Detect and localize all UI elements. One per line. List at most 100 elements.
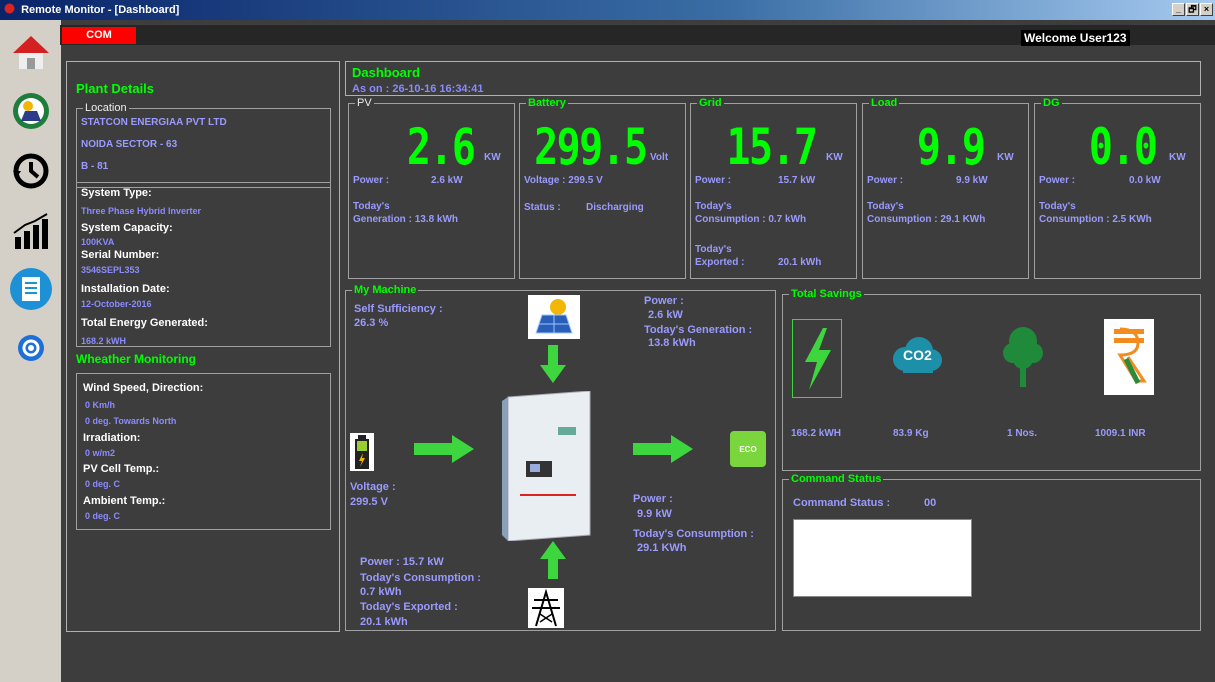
pv-temp-value: 0 deg. C: [85, 479, 121, 489]
weather-title: Wheather Monitoring: [76, 352, 196, 366]
chart-icon: [13, 213, 48, 249]
solar-settings-icon: [13, 93, 49, 129]
irradiation-value: 0 w/m2: [85, 448, 116, 458]
nav-home[interactable]: [8, 30, 54, 76]
rupee-icon: [1104, 319, 1154, 395]
system-type-value: Three Phase Hybrid Inverter: [81, 206, 202, 216]
grid-legend: Grid: [697, 96, 724, 110]
install-label: Installation Date:: [81, 283, 170, 295]
co2-icon: CO2: [891, 335, 943, 377]
pv-temp-label: PV Cell Temp.:: [83, 463, 160, 475]
plant-panel: Plant Details Location STATCON ENERGIAA …: [66, 61, 340, 632]
nav-history[interactable]: [8, 148, 54, 194]
savings-panel: Total Savings CO2 168.2 kWH 83.9 Kg 1 No…: [782, 287, 1201, 471]
load-card: Load 9.9 KW Power : 9.9 kW Today's Consu…: [862, 96, 1029, 279]
grid-cons-line: Consumption : 0.7 kWh: [695, 213, 806, 226]
pv-power-value: 2.6 kW: [648, 309, 683, 321]
battery-voltage-value: 299.5 V: [568, 175, 603, 186]
grid-cons-value: 0.7 kWh: [360, 586, 402, 598]
load-cons-label: Today's Consumption :: [633, 528, 754, 540]
load-cons-value: 29.1 KWh: [940, 214, 986, 225]
restore-button[interactable]: 🗗: [1186, 3, 1199, 16]
grid-power-value: 15.7 kW: [778, 175, 816, 186]
welcome-label: Welcome User123: [1021, 30, 1130, 46]
capacity-value: 100KVA: [81, 237, 115, 247]
dg-power-value: 0.0 kW: [1129, 175, 1161, 186]
command-panel: Command Status Command Status : 00: [782, 472, 1201, 631]
grid-exp-label: Today's Exported :: [360, 601, 458, 613]
grid-cons-value: 0.7 kWh: [768, 214, 807, 225]
window-title: Remote Monitor - [Dashboard]: [21, 4, 180, 16]
savings-legend: Total Savings: [789, 287, 864, 301]
load-power-value: 9.9 kW: [637, 508, 672, 520]
pv-gen-label: Today's Generation :: [644, 324, 753, 336]
pv-gen-label-2: Generation :: [353, 214, 412, 225]
nav-documents[interactable]: [8, 266, 54, 312]
load-big-value: 9.9: [916, 118, 986, 176]
pv-gen-label-1: Today's: [353, 201, 390, 212]
pv-power-label: Power :: [353, 175, 390, 186]
pv-power-value: 2.6 kW: [431, 175, 463, 186]
weather-group: Wind Speed, Direction: 0 Km/h 0 deg. Tow…: [76, 373, 331, 530]
nav-reports[interactable]: [8, 208, 54, 254]
command-legend: Command Status: [789, 472, 884, 486]
grid-exp-value: 20.1 kWh: [778, 257, 822, 268]
battery-voltage-line: Voltage : 299.5 V: [524, 174, 603, 187]
dg-power-label: Power :: [1039, 175, 1076, 186]
ambient-temp-label: Ambient Temp.:: [83, 495, 166, 507]
battery-card: Battery 299.5 Volt Voltage : 299.5 V Sta…: [519, 96, 686, 279]
eco-bulb-icon: ECO: [730, 431, 766, 467]
dashboard-title: Dashboard: [352, 65, 420, 80]
battery-arrow-icon: [414, 435, 474, 463]
grid-cons-label-2: Consumption :: [695, 214, 766, 225]
pv-gen-value: 13.8 kWh: [648, 337, 696, 349]
dg-cons-value: 2.5 KWh: [1112, 214, 1152, 225]
dg-legend: DG: [1041, 96, 1062, 110]
dg-cons-label-1: Today's: [1039, 201, 1076, 212]
battery-unit: Volt: [650, 152, 669, 163]
pv-unit: KW: [484, 152, 501, 163]
ambient-temp-value: 0 deg. C: [85, 511, 121, 521]
app-icon: [4, 3, 15, 14]
solar-panel-icon: [528, 295, 580, 339]
grid-power-text: Power : 15.7 kW: [360, 556, 444, 568]
grid-power-label: Power :: [695, 175, 732, 186]
inverter-image: [500, 390, 596, 542]
location-line-1: STATCON ENERGIAA PVT LTD: [81, 117, 227, 128]
machine-legend: My Machine: [352, 283, 419, 297]
energy-saving-value: 168.2 kWH: [791, 428, 842, 439]
location-group: Location STATCON ENERGIAA PVT LTD NOIDA …: [76, 101, 331, 188]
self-sufficiency-value: 26.3 %: [354, 317, 389, 329]
battery-voltage-value: 299.5 V: [350, 496, 388, 508]
grid-card: Grid 15.7 KW Power : 15.7 kW Today's Con…: [690, 96, 857, 279]
load-legend: Load: [869, 96, 900, 110]
battery-big-value: 299.5: [534, 118, 649, 176]
energy-label: Total Energy Generated:: [81, 317, 208, 329]
plant-title: Plant Details: [76, 81, 155, 96]
system-type-label: System Type:: [81, 187, 152, 199]
co2-value: 83.9 Kg: [893, 428, 929, 439]
command-status-label: Command Status :: [793, 497, 891, 509]
load-cons-label-2: Consumption :: [867, 214, 938, 225]
as-on-timestamp: As on : 26-10-16 16:34:41: [352, 83, 484, 95]
nav-settings[interactable]: [8, 325, 54, 371]
nav-solar[interactable]: [8, 88, 54, 134]
pv-big-value: 2.6: [406, 118, 476, 176]
command-status-value: 00: [924, 497, 937, 509]
battery-icon: [350, 433, 374, 471]
dg-cons-label-2: Consumption :: [1039, 214, 1110, 225]
minimize-button[interactable]: _: [1172, 3, 1185, 16]
grid-big-value: 15.7: [726, 118, 818, 176]
load-power-value: 9.9 kW: [956, 175, 988, 186]
command-log-box[interactable]: [793, 519, 972, 597]
location-line-2: NOIDA SECTOR - 63: [81, 139, 178, 150]
close-button[interactable]: ×: [1200, 3, 1213, 16]
com-status-badge[interactable]: COM: [62, 27, 136, 44]
settings-icon: [18, 335, 44, 361]
dg-unit: KW: [1169, 152, 1186, 163]
eco-label: ECO: [739, 444, 757, 454]
irradiation-label: Irradiation:: [83, 432, 141, 444]
energy-value: 168.2 kWH: [81, 336, 127, 346]
install-value: 12-October-2016: [81, 299, 152, 309]
battery-legend: Battery: [526, 96, 568, 110]
